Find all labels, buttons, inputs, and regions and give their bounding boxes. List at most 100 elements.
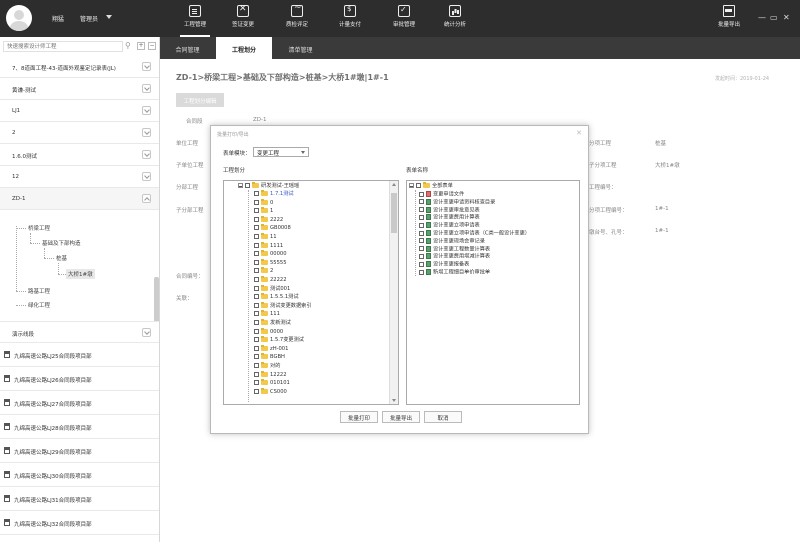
checkbox[interactable] <box>254 242 259 248</box>
division-item[interactable]: 2 <box>254 267 273 276</box>
user-menu-chevron-icon[interactable] <box>106 15 112 19</box>
nav-statistics[interactable]: 统计分析 <box>438 0 472 37</box>
division-item[interactable]: 1.5.5.1测试 <box>254 293 299 302</box>
division-item[interactable]: CS000 <box>254 387 287 397</box>
checkbox[interactable] <box>245 183 250 188</box>
division-item[interactable]: 测试001 <box>254 284 290 294</box>
sidebar-scrollbar[interactable] <box>154 277 159 327</box>
division-item[interactable]: 1 <box>254 207 273 216</box>
sidebar-item[interactable]: 7、8道面工程-43-道面外观鉴定记录表(JL) <box>0 56 159 78</box>
checkbox[interactable] <box>419 199 424 205</box>
nav-visa-change[interactable]: 签证变更 <box>226 0 260 37</box>
division-item[interactable]: 22222 <box>254 276 287 285</box>
checkbox[interactable] <box>254 371 259 377</box>
checkbox[interactable] <box>254 251 259 257</box>
division-item[interactable]: 0000 <box>254 327 283 337</box>
checkbox[interactable] <box>254 328 259 334</box>
checkbox[interactable] <box>416 183 421 188</box>
batch-export-dialog-button[interactable]: 批量导出 <box>382 411 420 423</box>
sidebar-item[interactable]: 1.6.0测试 <box>0 144 159 166</box>
form-item[interactable]: 设计变更费用增减计算表 <box>419 253 490 261</box>
sidebar-item[interactable]: 2 <box>0 122 159 144</box>
tree-node[interactable]: 桥梁工程 <box>28 224 50 232</box>
scroll-thumb[interactable] <box>391 193 397 233</box>
checkbox[interactable] <box>254 354 259 360</box>
checkbox[interactable] <box>254 259 259 265</box>
division-item[interactable]: 111 <box>254 310 280 319</box>
tree-node-selected[interactable]: 大桥1#墩 <box>66 269 95 279</box>
checkbox[interactable] <box>419 230 424 236</box>
division-item[interactable]: BGBH <box>254 353 285 362</box>
avatar[interactable] <box>6 5 32 31</box>
form-item[interactable]: 设计变更立项申请表 <box>419 222 480 230</box>
form-item[interactable]: 设计变更申请资料核查目录 <box>419 198 495 207</box>
batch-export-button[interactable]: 批量导出 <box>712 0 746 37</box>
checkbox[interactable] <box>419 269 424 275</box>
collapse-icon[interactable] <box>238 183 243 188</box>
checkbox[interactable] <box>254 388 259 394</box>
division-item[interactable]: 1.7.1测试 <box>254 190 294 199</box>
project-item[interactable]: 九绵高速公路LJ30合同段项目部 <box>0 463 159 487</box>
checkbox[interactable] <box>254 337 259 343</box>
collapse-icon[interactable] <box>409 183 414 188</box>
checkbox[interactable] <box>254 199 259 205</box>
checkbox[interactable] <box>419 222 424 228</box>
checkbox[interactable] <box>419 191 424 197</box>
form-item[interactable]: 设计变更现场会审记录 <box>419 237 485 246</box>
division-item[interactable]: 1.5.7变更测试 <box>254 336 304 345</box>
nav-payment[interactable]: 计量支付 <box>333 0 367 37</box>
form-item[interactable]: 设计变更费用计算表 <box>419 214 480 222</box>
chevron-down-icon[interactable] <box>142 328 151 337</box>
division-item[interactable]: 测试变更数据索引 <box>254 301 312 311</box>
division-item[interactable]: zH-001 <box>254 344 288 354</box>
tree-node[interactable]: 桩基 <box>56 254 67 262</box>
project-item[interactable]: 九绵高速公路LJ32合同段项目部 <box>0 511 159 535</box>
nav-project-management[interactable]: 工程管理 <box>178 0 212 37</box>
checkbox[interactable] <box>254 268 259 274</box>
division-item[interactable]: 11 <box>254 233 277 242</box>
minimize-icon[interactable]: — <box>758 13 766 22</box>
checkbox[interactable] <box>419 238 424 244</box>
checkbox[interactable] <box>254 285 259 291</box>
tree-node[interactable]: 路基工程 <box>28 287 50 295</box>
project-item[interactable]: 九绵高速公路LJ26合同段项目部 <box>0 367 159 391</box>
sidebar-item[interactable]: 黄谦-测试 <box>0 78 159 100</box>
checkbox[interactable] <box>254 234 259 239</box>
chevron-down-icon[interactable] <box>142 150 151 159</box>
chevron-down-icon[interactable] <box>142 84 151 93</box>
checkbox[interactable] <box>254 277 259 282</box>
division-item[interactable]: 12222 <box>254 370 287 380</box>
checkbox[interactable] <box>254 216 259 222</box>
checkbox[interactable] <box>419 253 424 259</box>
division-item[interactable]: 010101 <box>254 379 290 388</box>
tab-contract[interactable]: 合同管理 <box>160 37 215 59</box>
division-item[interactable]: 对的 <box>254 362 280 371</box>
division-item[interactable]: GB0008 <box>254 224 291 233</box>
checkbox[interactable] <box>254 302 259 308</box>
form-type-select[interactable]: 变更工程 <box>253 147 309 157</box>
sidebar-item[interactable]: 12 <box>0 166 159 188</box>
checkbox[interactable] <box>419 261 424 267</box>
checkbox[interactable] <box>254 191 259 196</box>
tree-node[interactable]: 基础及下部构造 <box>42 239 81 247</box>
project-item[interactable]: 九绵高速公路LJ27合同段项目部 <box>0 391 159 415</box>
checkbox[interactable] <box>254 380 259 386</box>
close-icon[interactable]: ✕ <box>783 13 790 22</box>
chevron-down-icon[interactable] <box>142 128 151 137</box>
form-item[interactable]: 设计变更审批意见表 <box>419 206 480 215</box>
tab-project-division[interactable]: 工程划分 <box>216 37 272 59</box>
checkbox[interactable] <box>254 225 259 231</box>
project-item[interactable]: 九绵高速公路LJ31合同段项目部 <box>0 487 159 511</box>
checkbox[interactable] <box>254 363 259 368</box>
sidebar-section[interactable]: 演示线段 <box>0 321 159 343</box>
project-item[interactable]: 九绵高速公路LJ29合同段项目部 <box>0 439 159 463</box>
chevron-up-icon[interactable] <box>142 194 151 203</box>
tab-bill[interactable]: 清单管理 <box>273 37 328 59</box>
division-item[interactable]: 0 <box>254 198 273 208</box>
division-item[interactable]: 2222 <box>254 215 283 225</box>
form-item[interactable]: 变更申请文件 <box>419 191 464 199</box>
form-item[interactable]: 设计变更工程数量计算表 <box>419 245 490 254</box>
project-item[interactable]: 九绵高速公路LJ25合同段项目部 <box>0 343 159 367</box>
division-item[interactable]: 55555 <box>254 258 287 268</box>
checkbox[interactable] <box>254 208 259 214</box>
